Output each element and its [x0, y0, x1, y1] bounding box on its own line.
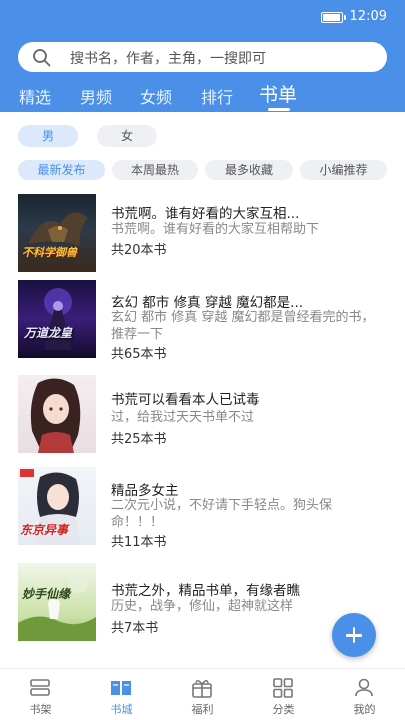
- bottom-navigation: 书架 书城 福利 分类 我的: [0, 668, 405, 720]
- create-booklist-button[interactable]: [332, 613, 376, 657]
- status-bar: 12:09: [0, 0, 405, 34]
- booklist-desc: 书荒啊。谁有好看的大家互相帮助下: [111, 222, 320, 237]
- bookshelf-icon: [30, 679, 50, 696]
- header-bar: 12:09 搜书名，作者，主角，一搜即可 精选 男频 女频 排行 书单: [0, 0, 405, 112]
- tab-nanpin[interactable]: 男频: [80, 84, 112, 108]
- booklist-title: 书荒可以看看本人已试毒: [111, 392, 260, 408]
- booklist-cover: 不科学御兽: [18, 194, 96, 272]
- nav-welfare[interactable]: 福利: [162, 669, 243, 720]
- cover-title: 万道龙皇: [24, 326, 73, 340]
- nav-bookstore[interactable]: 书城: [81, 669, 162, 720]
- booklist-item[interactable]: 东京异事 精品多女主 二次元小说，不好请下手轻点。狗头保命！！！ 共11本书: [0, 465, 405, 555]
- booklist-count: 共11本书: [111, 535, 167, 550]
- gift-icon: [192, 680, 212, 698]
- booklist-desc: 玄幻 都市 修真 穿越 魔幻都是曾经看完的书，推荐一下: [111, 310, 375, 342]
- nav-label: 书架: [29, 703, 52, 716]
- booklist-item[interactable]: 万道龙皇 玄幻 都市 修真 穿越 魔幻都是... 玄幻 都市 修真 穿越 魔幻都…: [0, 278, 405, 368]
- nav-label: 书城: [110, 703, 133, 716]
- cover-title: 东京异事: [20, 523, 69, 537]
- search-icon: [33, 49, 51, 67]
- active-tab-indicator: [268, 108, 290, 111]
- booklist-count: 共20本书: [111, 243, 167, 258]
- cover-title: 妙手仙缘: [22, 587, 71, 601]
- booklist-cover: 妙手仙缘: [18, 563, 96, 641]
- sort-filter-hot-week[interactable]: 本周最热: [112, 160, 198, 180]
- grid-icon: [273, 678, 293, 698]
- booklist-title: 玄幻 都市 修真 穿越 魔幻都是...: [111, 295, 304, 311]
- booklist-desc: 历史，战争，修仙，超神就这样: [111, 599, 294, 614]
- booklist-count: 共65本书: [111, 347, 167, 362]
- booklist-title: 书荒啊。谁有好看的大家互相...: [111, 206, 300, 222]
- tab-nvpin[interactable]: 女频: [140, 84, 172, 108]
- booklist-title: 书荒之外，精品书单，有缘者瞧: [111, 583, 300, 599]
- booklist-count: 共7本书: [111, 621, 159, 636]
- cover-title: 不科学御兽: [22, 246, 77, 259]
- booklist-cover: 万道龙皇: [18, 280, 96, 358]
- nav-profile[interactable]: 我的: [324, 669, 405, 720]
- tab-jingxuan[interactable]: 精选: [19, 84, 51, 108]
- sort-filter-editor-pick[interactable]: 小编推荐: [300, 160, 387, 180]
- booklist-item[interactable]: 书荒可以看看本人已试毒 过，给我过天天书单不过 共25本书: [0, 371, 405, 461]
- tab-shudan[interactable]: 书单: [259, 80, 297, 107]
- nav-label: 分类: [272, 703, 295, 716]
- booklist-count: 共25本书: [111, 432, 167, 447]
- status-time: 12:09: [349, 9, 387, 24]
- sort-filter-most-favorited[interactable]: 最多收藏: [205, 160, 293, 180]
- booklist-cover: [18, 375, 96, 453]
- search-placeholder: 搜书名，作者，主角，一搜即可: [70, 51, 266, 67]
- battery-icon: [321, 12, 346, 23]
- booklist-cover: 东京异事: [18, 467, 96, 545]
- nav-bookshelf[interactable]: 书架: [0, 669, 81, 720]
- gender-filter-female[interactable]: 女: [97, 125, 157, 147]
- nav-label: 福利: [191, 703, 214, 716]
- booklist-desc: 过，给我过天天书单不过: [111, 410, 255, 425]
- user-icon: [355, 678, 373, 697]
- sort-filter-latest[interactable]: 最新发布: [18, 160, 105, 180]
- tab-paihang[interactable]: 排行: [201, 84, 233, 108]
- search-input[interactable]: 搜书名，作者，主角，一搜即可: [18, 42, 387, 72]
- category-tabs: 精选 男频 女频 排行 书单: [0, 78, 405, 112]
- booklist-item[interactable]: 不科学御兽 书荒啊。谁有好看的大家互相... 书荒啊。谁有好看的大家互相帮助下 …: [0, 190, 405, 280]
- nav-label: 我的: [353, 703, 376, 716]
- nav-category[interactable]: 分类: [243, 669, 324, 720]
- open-book-icon: [111, 681, 131, 695]
- booklist-desc: 二次元小说，不好请下手轻点。狗头保命！！！: [111, 498, 333, 530]
- gender-filter-male[interactable]: 男: [18, 125, 78, 147]
- booklist-title: 精品多女主: [111, 483, 179, 499]
